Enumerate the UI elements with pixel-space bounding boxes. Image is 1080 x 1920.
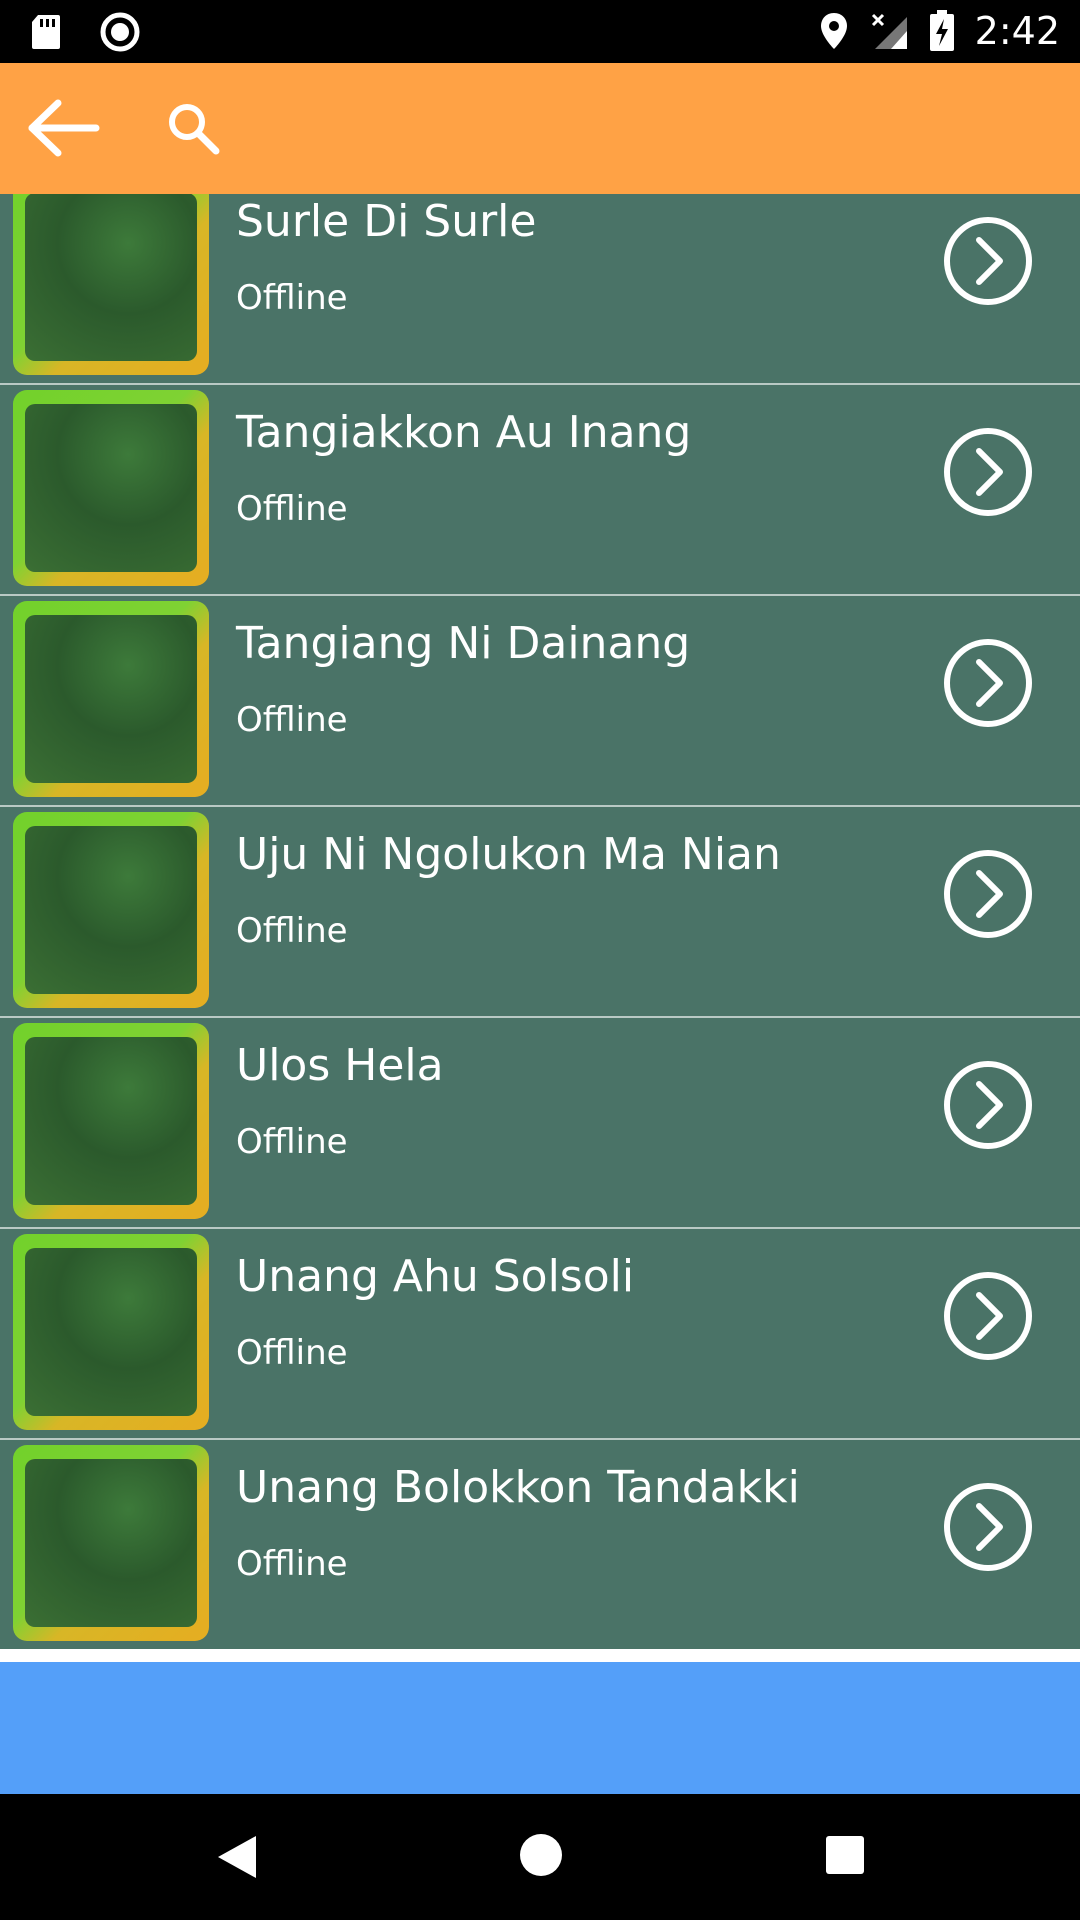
sd-card-icon — [30, 13, 62, 51]
nav-home-button[interactable] — [518, 1832, 564, 1878]
back-button[interactable] — [26, 93, 102, 163]
chevron-right-circle-icon — [944, 1483, 1032, 1571]
navigation-bar — [0, 1794, 1080, 1920]
song-thumbnail — [13, 601, 209, 797]
song-title: Surle Di Surle — [236, 196, 537, 247]
song-title: Tangiakkon Au Inang — [236, 407, 692, 458]
song-status: Offline — [236, 1544, 348, 1584]
no-signal-icon — [869, 11, 909, 51]
nav-recents-button[interactable] — [824, 1834, 866, 1876]
search-button[interactable] — [164, 93, 224, 163]
song-thumbnail — [13, 1445, 209, 1641]
battery-charging-icon — [929, 10, 955, 52]
ad-banner[interactable] — [0, 1662, 1080, 1794]
list-item[interactable]: Ulos Hela Offline — [0, 1018, 1080, 1229]
song-title: Unang Bolokkon Tandakki — [236, 1462, 800, 1513]
song-status: Offline — [236, 700, 348, 740]
list-item[interactable]: Unang Ahu Solsoli Offline — [0, 1229, 1080, 1440]
open-song-button[interactable] — [943, 849, 1033, 939]
chevron-right-circle-icon — [944, 428, 1032, 516]
home-circle-icon — [520, 1834, 562, 1876]
song-thumbnail — [13, 812, 209, 1008]
list-item[interactable]: Unang Bolokkon Tandakki Offline — [0, 1440, 1080, 1649]
open-song-button[interactable] — [943, 638, 1033, 728]
song-status: Offline — [236, 278, 348, 318]
list-item[interactable]: Tangiakkon Au Inang Offline — [0, 385, 1080, 596]
arrow-left-icon — [28, 99, 100, 157]
app-bar — [0, 63, 1080, 194]
song-status: Offline — [236, 1333, 348, 1373]
chevron-right-circle-icon — [944, 1061, 1032, 1149]
song-status: Offline — [236, 911, 348, 951]
recording-icon — [100, 12, 140, 52]
song-status: Offline — [236, 489, 348, 529]
song-thumbnail — [13, 1023, 209, 1219]
song-title: Ulos Hela — [236, 1040, 444, 1091]
back-triangle-icon — [218, 1836, 256, 1878]
song-title: Tangiang Ni Dainang — [236, 618, 691, 669]
list-item[interactable]: Uju Ni Ngolukon Ma Nian Offline — [0, 807, 1080, 1018]
song-status: Offline — [236, 1122, 348, 1162]
status-bar: 2:42 — [0, 0, 1080, 63]
list-item[interactable]: Surle Di Surle Offline — [0, 194, 1080, 385]
open-song-button[interactable] — [943, 1271, 1033, 1361]
chevron-right-circle-icon — [944, 850, 1032, 938]
open-song-button[interactable] — [943, 1482, 1033, 1572]
song-thumbnail — [13, 1234, 209, 1430]
open-song-button[interactable] — [943, 427, 1033, 517]
recents-square-icon — [826, 1836, 864, 1874]
nav-back-button[interactable] — [212, 1832, 262, 1882]
chevron-right-circle-icon — [944, 217, 1032, 305]
chevron-right-circle-icon — [944, 639, 1032, 727]
song-title: Uju Ni Ngolukon Ma Nian — [236, 829, 781, 880]
chevron-right-circle-icon — [944, 1272, 1032, 1360]
location-icon — [819, 11, 849, 51]
open-song-button[interactable] — [943, 1060, 1033, 1150]
status-time: 2:42 — [974, 9, 1060, 53]
song-thumbnail — [13, 390, 209, 586]
open-song-button[interactable] — [943, 216, 1033, 306]
song-list: Surle Di Surle Offline Tangiakkon Au Ina… — [0, 194, 1080, 1649]
song-thumbnail — [13, 194, 209, 375]
song-title: Unang Ahu Solsoli — [236, 1251, 635, 1302]
search-icon — [169, 104, 220, 155]
list-item[interactable]: Tangiang Ni Dainang Offline — [0, 596, 1080, 807]
